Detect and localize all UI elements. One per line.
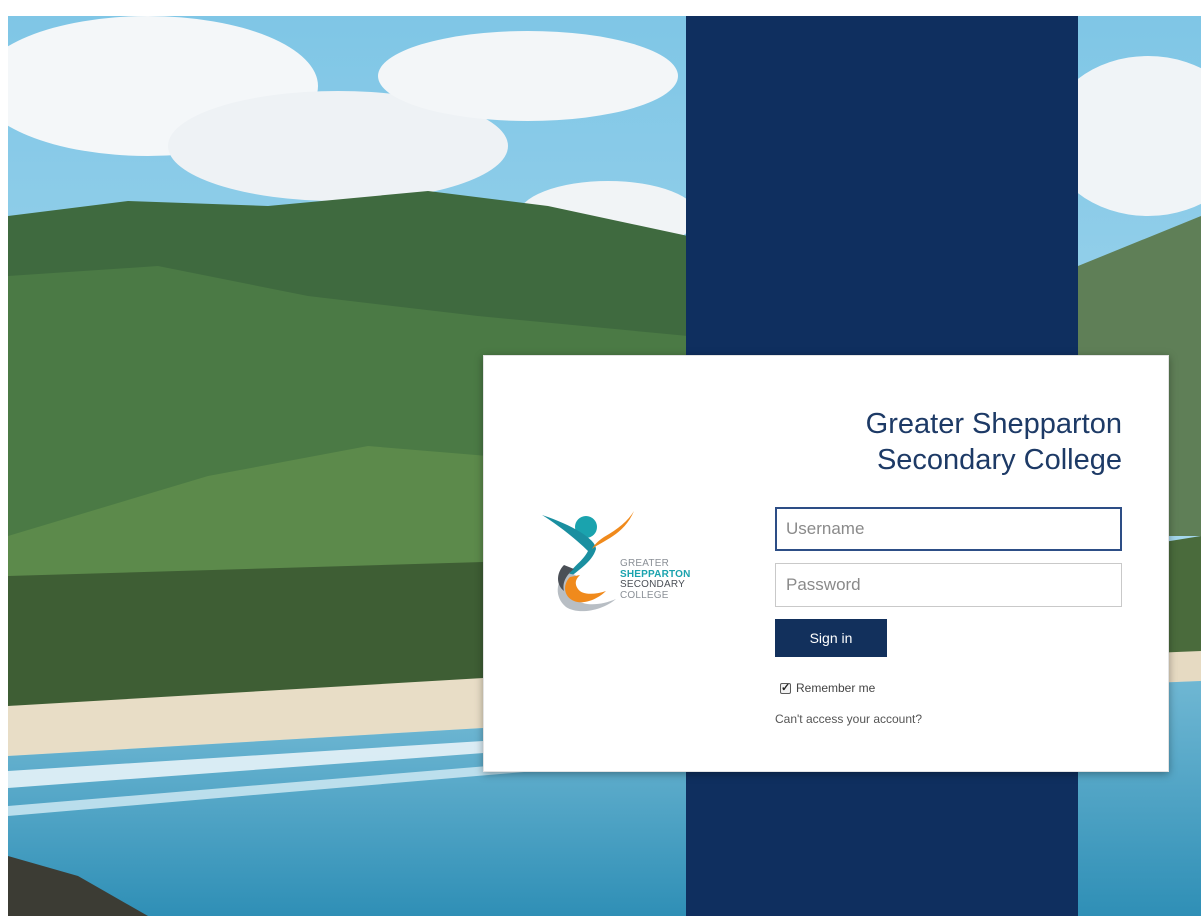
remember-me[interactable]: ✓ Remember me <box>780 681 875 695</box>
college-title: Greater Shepparton Secondary College <box>866 406 1122 478</box>
cant-access-account-link[interactable]: Can't access your account? <box>775 712 922 726</box>
logo-line-college: COLLEGE <box>620 589 669 601</box>
college-logo: GREATER SHEPPARTON SECONDARY COLLEGE <box>536 511 716 621</box>
login-card: GREATER SHEPPARTON SECONDARY COLLEGE Gre… <box>483 355 1169 772</box>
logo-line-greater: GREATER <box>620 558 669 569</box>
username-input[interactable] <box>775 507 1122 551</box>
password-input[interactable] <box>775 563 1122 607</box>
login-page: GREATER SHEPPARTON SECONDARY COLLEGE Gre… <box>8 16 1201 916</box>
sign-in-button[interactable]: Sign in <box>775 619 887 657</box>
logo-line-secondary: SECONDARY <box>620 579 685 590</box>
remember-me-label: Remember me <box>796 681 876 695</box>
check-icon: ✓ <box>781 681 791 694</box>
college-title-line1: Greater Shepparton <box>865 408 1122 440</box>
remember-me-checkbox[interactable]: ✓ <box>780 681 791 694</box>
college-title-line2: Secondary College <box>876 444 1122 476</box>
logo-wordmark: GREATER SHEPPARTON SECONDARY COLLEGE <box>620 558 691 601</box>
